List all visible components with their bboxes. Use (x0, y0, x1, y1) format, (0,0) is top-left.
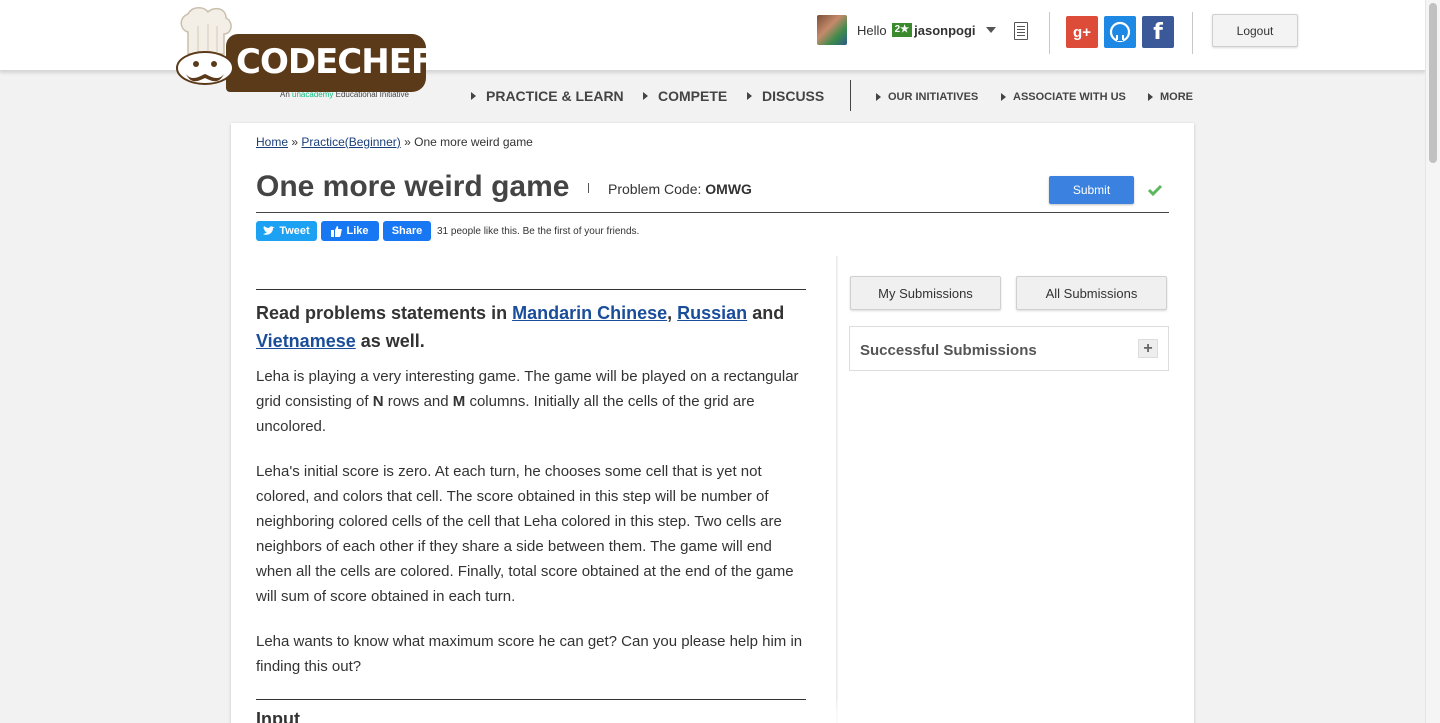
nav-divider (850, 80, 851, 111)
successful-submissions-label: Successful Submissions (860, 342, 1037, 359)
triangle-right-icon (876, 93, 881, 101)
problem-card: Home » Practice(Beginner) » One more wei… (231, 123, 1194, 723)
page-title: One more weird game (256, 170, 570, 203)
facebook-share-button[interactable]: Share (383, 221, 431, 241)
check-icon (1147, 184, 1163, 197)
breadcrumb-separator: » (404, 135, 411, 149)
statement-paragraph-3: Leha wants to know what maximum score he… (256, 633, 803, 675)
notes-icon[interactable] (1014, 22, 1028, 40)
breadcrumb-separator: » (291, 135, 299, 149)
link-russian[interactable]: Russian (677, 303, 747, 323)
link-mandarin-chinese[interactable]: Mandarin Chinese (512, 303, 667, 323)
my-submissions-button[interactable]: My Submissions (850, 276, 1001, 310)
statement-paragraph-2: Leha's initial score is zero. At each tu… (256, 463, 794, 605)
title-divider (588, 183, 589, 193)
avatar[interactable] (817, 15, 847, 45)
greeting-text: Hello (857, 22, 887, 38)
bottom-fade (300, 700, 1160, 723)
github-icon[interactable] (1104, 16, 1136, 48)
breadcrumb-current: One more weird game (414, 135, 533, 149)
breadcrumb: Home » Practice(Beginner) » One more wei… (256, 135, 533, 149)
nav-practice-learn[interactable]: PRACTICE & LEARN (471, 88, 624, 104)
star-rating-badge: 2★ (891, 23, 913, 37)
page-scrollbar[interactable] (1425, 0, 1440, 723)
facebook-icon[interactable]: f (1142, 16, 1174, 48)
problem-code-label: Problem Code: (608, 181, 702, 197)
column-divider (836, 256, 838, 723)
scrollbar-thumb[interactable] (1429, 3, 1437, 163)
chevron-down-icon[interactable] (985, 27, 996, 33)
triangle-right-icon (747, 92, 752, 100)
tweet-button[interactable]: Tweet (256, 221, 317, 241)
logo-tagline: An unacademy Educational Initiative (280, 90, 410, 99)
logo-wordmark: CODECHEF (226, 34, 434, 92)
triangle-right-icon (1001, 93, 1006, 101)
link-vietnamese[interactable]: Vietnamese (256, 331, 356, 351)
statement-paragraph-1: Leha is playing a very interesting game.… (256, 368, 799, 435)
nav-our-initiatives[interactable]: OUR INITIATIVES (876, 91, 978, 103)
google-plus-icon[interactable]: g+ (1066, 16, 1098, 48)
submit-button[interactable]: Submit (1049, 176, 1134, 204)
share-bar: Tweet Like Share 31 people like this. Be… (256, 221, 639, 241)
greeting: Hello 2★ jasonpogi (857, 23, 976, 38)
problem-code: Problem Code: OMWG (608, 181, 752, 197)
thumbs-up-icon (331, 225, 343, 237)
like-count-text: 31 people like this. Be the first of you… (437, 225, 640, 237)
input-heading: Input (256, 709, 300, 723)
triangle-right-icon (1148, 93, 1153, 101)
user-menu[interactable]: Hello 2★ jasonpogi (817, 15, 996, 45)
expand-icon[interactable]: + (1138, 339, 1158, 358)
breadcrumb-section[interactable]: Practice(Beginner) (301, 135, 400, 149)
twitter-icon (263, 226, 276, 235)
title-rule (256, 212, 1169, 213)
header-divider (1049, 12, 1050, 54)
all-submissions-button[interactable]: All Submissions (1016, 276, 1167, 310)
github-glyph (1109, 21, 1131, 43)
facebook-like-button[interactable]: Like (321, 221, 379, 241)
triangle-right-icon (643, 92, 648, 100)
problem-code-value: OMWG (705, 181, 752, 197)
triangle-right-icon (471, 92, 476, 100)
nav-discuss[interactable]: DISCUSS (747, 88, 824, 104)
codechef-logo[interactable]: CODECHEF An unacademy Educational Initia… (170, 4, 434, 100)
successful-submissions-panel[interactable]: Successful Submissions + (849, 326, 1169, 371)
statement-rule (256, 289, 806, 290)
username[interactable]: jasonpogi (914, 23, 975, 38)
nav-more[interactable]: MORE (1148, 91, 1193, 103)
nav-compete[interactable]: COMPETE (643, 88, 727, 104)
chef-face-icon (176, 51, 234, 85)
logout-button[interactable]: Logout (1212, 14, 1298, 47)
translations-note: Read problems statements in Mandarin Chi… (256, 303, 785, 351)
header-divider (1192, 12, 1193, 54)
breadcrumb-home[interactable]: Home (256, 135, 288, 149)
nav-associate-with-us[interactable]: ASSOCIATE WITH US (1001, 91, 1126, 103)
